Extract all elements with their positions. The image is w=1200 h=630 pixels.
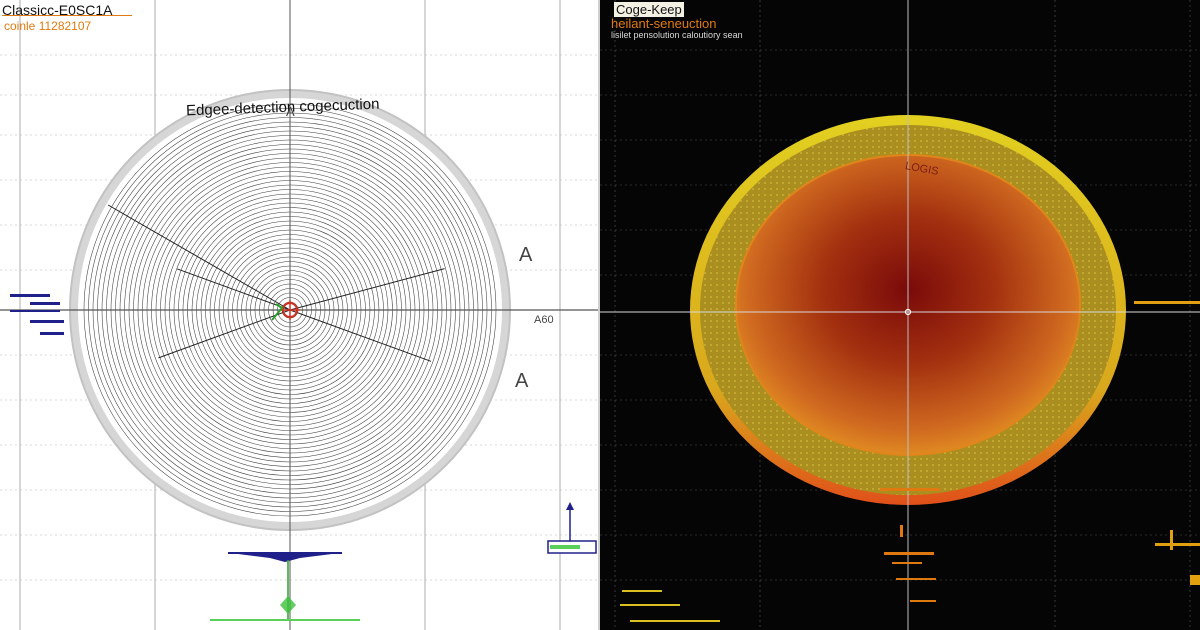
bottom-blue-wedge	[230, 553, 340, 562]
panel-subtitle: coinle 11282107	[4, 19, 92, 33]
right-panel-title: Coge-Keep	[614, 2, 684, 17]
left-edge-ticks	[10, 294, 64, 335]
arrow-up-icon	[566, 502, 574, 545]
right-side-label: A60	[534, 314, 554, 326]
coge-keep-panel: LOGIS	[600, 0, 1200, 630]
axis-marker-right-2: A	[515, 370, 529, 392]
axis-marker-right-1: A	[519, 244, 533, 266]
right-panel-subtitle: heilant-seneuction	[611, 16, 717, 31]
classic-edge-plot	[0, 0, 598, 630]
bottom-left-markers	[620, 590, 720, 622]
right-panel-subtitle-2: lisilet pensolution caloutiory sean	[611, 30, 743, 40]
bottom-orange-markers	[880, 488, 940, 602]
axis-marker-top: A	[286, 104, 295, 119]
classic-edge-panel: Classicc-E0SC1A coinle 11282107 Edgee-de…	[0, 0, 600, 630]
bottom-green-marker	[210, 560, 360, 621]
right-edge-markers	[1134, 301, 1200, 585]
right-green-strip	[550, 545, 580, 549]
coge-keep-plot	[600, 0, 1200, 630]
panel-title: Classicc-E0SC1A	[2, 2, 113, 18]
